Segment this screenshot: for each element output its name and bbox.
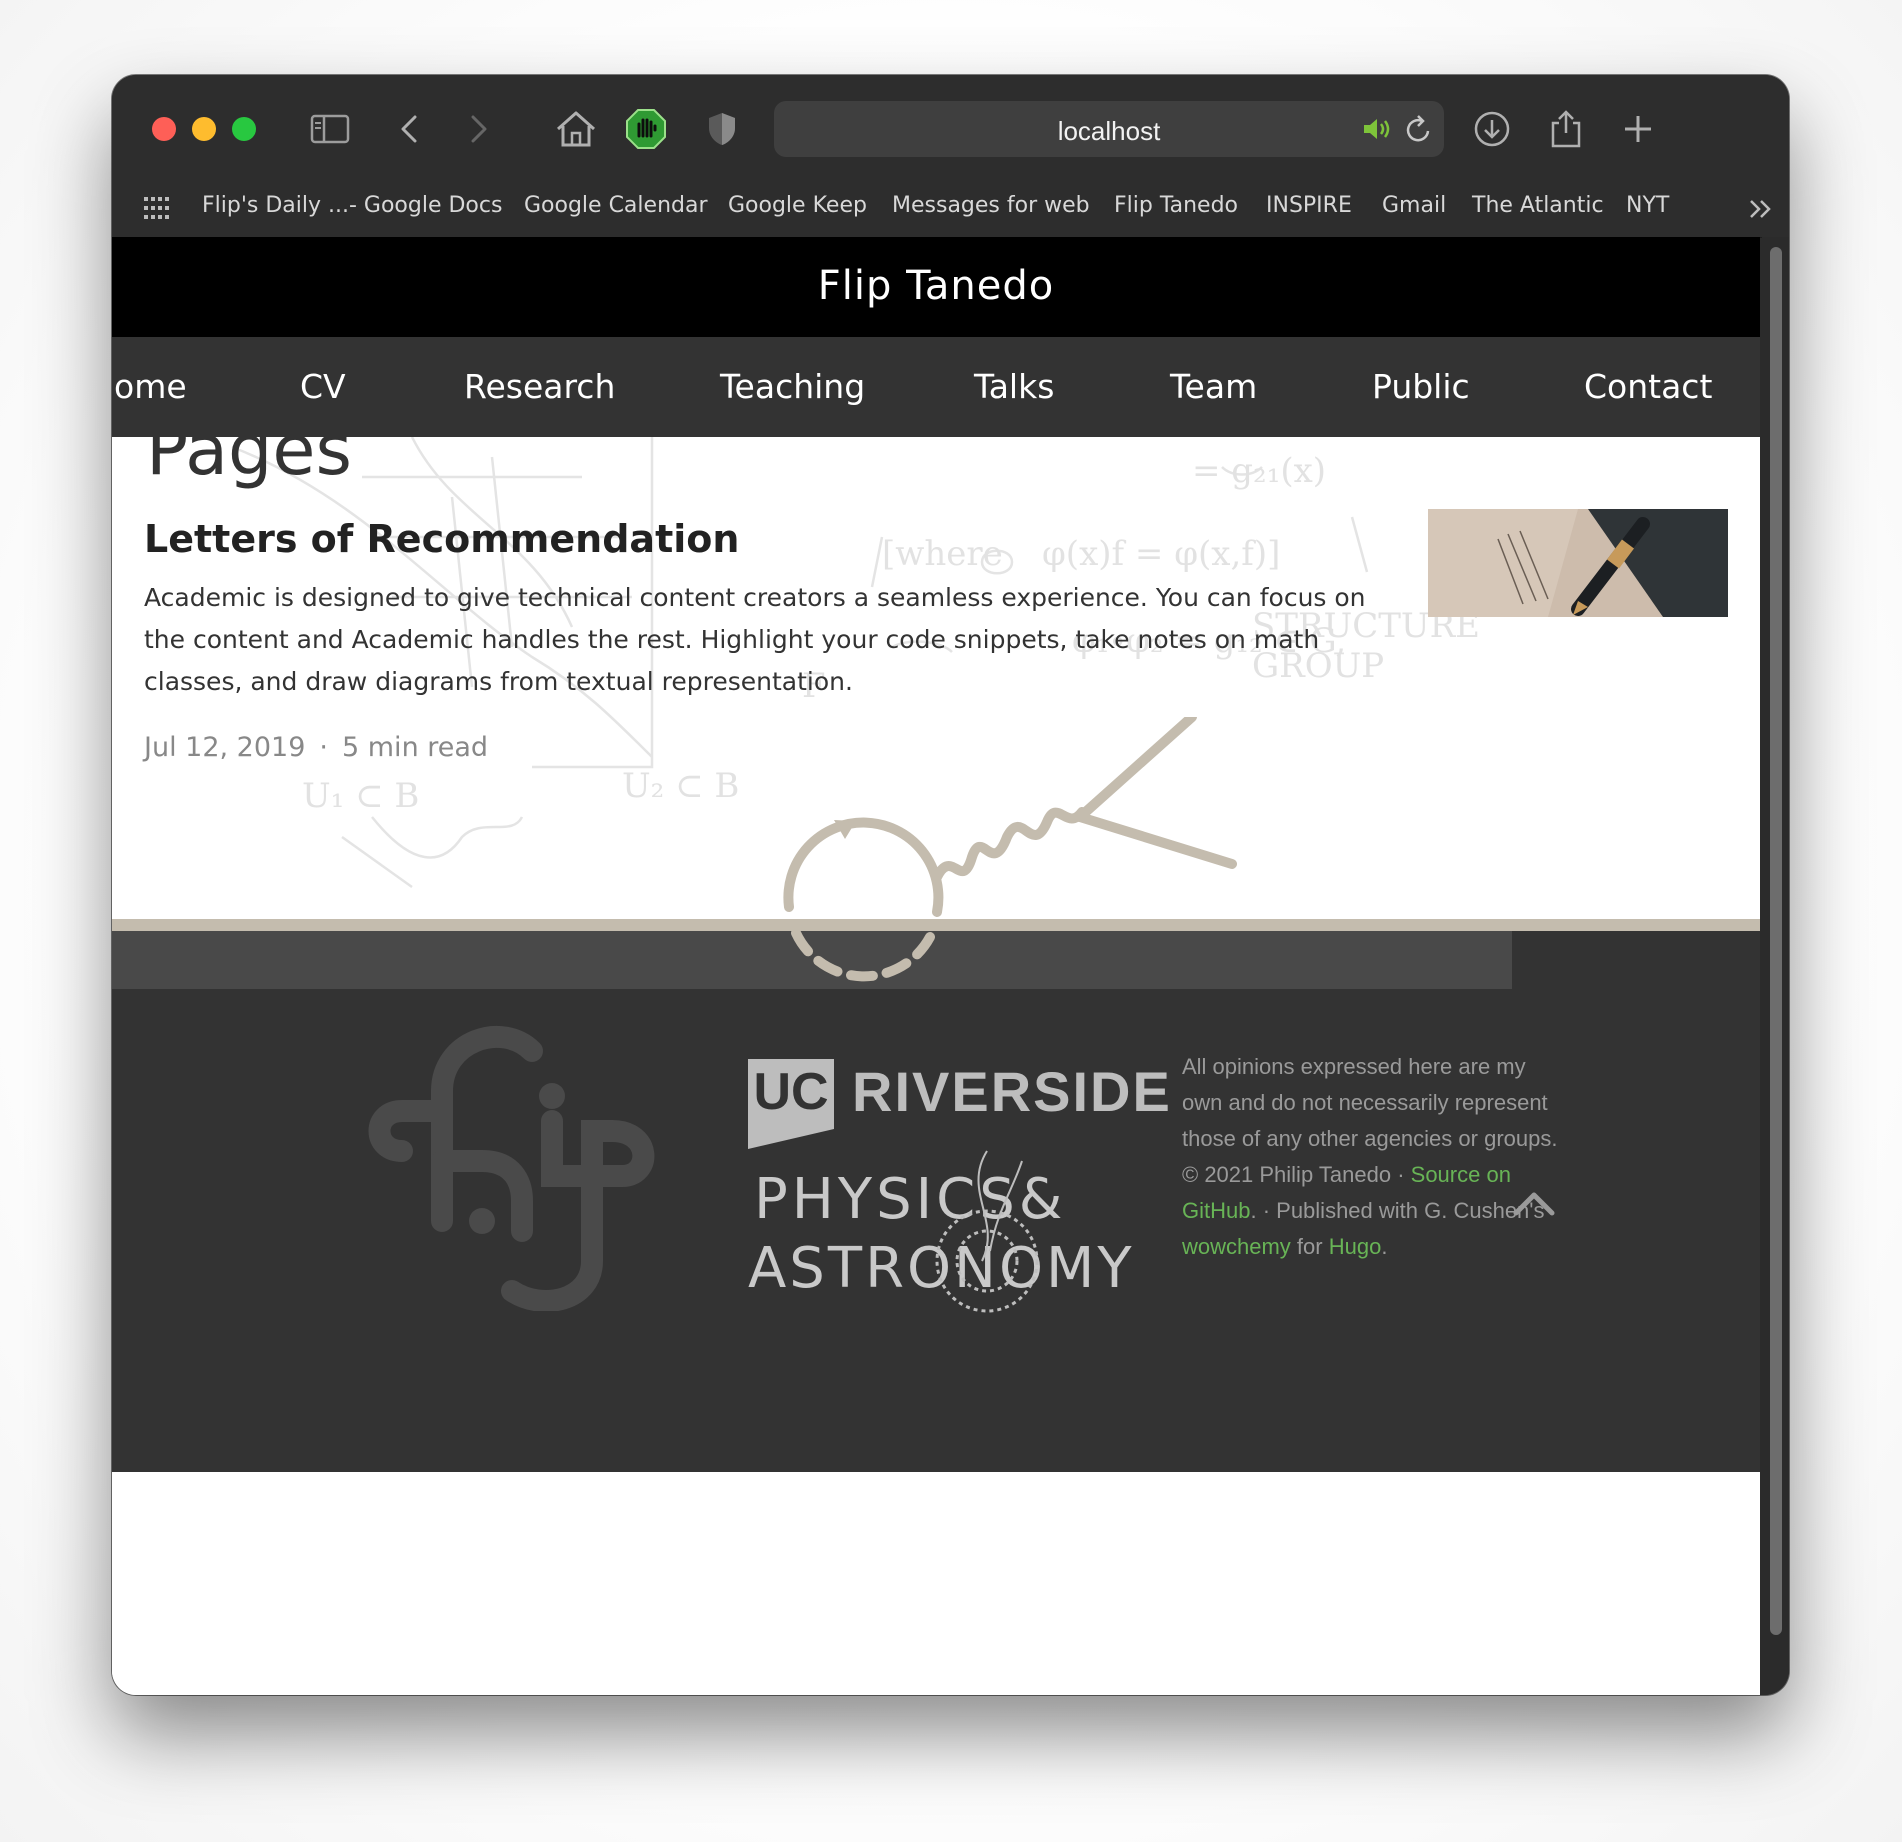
back-to-top-icon[interactable] — [1512, 1189, 1556, 1219]
post-read-time: 5 min read — [342, 732, 489, 763]
nav-contact[interactable]: Contact — [1584, 367, 1712, 406]
post-meta: Jul 12, 2019 · 5 min read — [144, 732, 488, 763]
dept-logo-swirl-icon — [935, 1150, 1039, 1313]
feynman-diagram-graphic — [783, 717, 1237, 982]
site-nav: ome CV Research Teaching Talks Team Publ… — [112, 337, 1760, 437]
downloads-icon[interactable] — [1472, 109, 1512, 149]
footer-copyright: © 2021 Philip Tanedo · — [1182, 1162, 1411, 1187]
svg-text:U₂ ⊂ B: U₂ ⊂ B — [622, 766, 739, 806]
bookmark-inspire[interactable]: INSPIRE — [1266, 193, 1352, 218]
post-thumbnail[interactable] — [1428, 509, 1728, 617]
home-icon[interactable] — [554, 109, 598, 149]
site-title[interactable]: Flip Tanedo — [112, 263, 1760, 309]
share-icon[interactable] — [1546, 109, 1586, 149]
hugo-link[interactable]: Hugo — [1329, 1234, 1382, 1259]
bookmark-google-keep[interactable]: Google Keep — [728, 193, 867, 218]
page-viewport: Flip Tanedo ome CV Research Teaching Tal… — [112, 237, 1760, 1695]
minimize-window-button[interactable] — [192, 117, 216, 141]
wowchemy-link[interactable]: wowchemy — [1182, 1234, 1291, 1259]
url-text: localhost — [1057, 116, 1161, 146]
forward-icon[interactable] — [464, 109, 494, 149]
speaker-icon[interactable] — [1362, 115, 1394, 148]
sidebar-toggle-icon[interactable] — [308, 109, 352, 149]
svg-text:= g₂₁(x): = g₂₁(x) — [1192, 451, 1326, 491]
footer-period: . — [1381, 1234, 1388, 1259]
bookmark-messages[interactable]: Messages for web — [892, 193, 1090, 218]
site-header: Flip Tanedo — [112, 237, 1760, 337]
footer-disclaimer-text: All opinions expressed here are my own a… — [1182, 1054, 1558, 1151]
meta-separator: · — [319, 732, 328, 763]
close-window-button[interactable] — [152, 117, 176, 141]
footer-published: . · Published with G. Cushen's — [1250, 1198, 1545, 1223]
bookmark-gmail[interactable]: Gmail — [1382, 193, 1446, 218]
ucr-logo-box[interactable]: UC — [748, 1059, 834, 1125]
nav-research[interactable]: Research — [464, 367, 615, 406]
back-icon[interactable] — [394, 109, 424, 149]
bookmark-the-atlantic[interactable]: The Atlantic — [1472, 193, 1604, 218]
ucr-logo-text[interactable]: RIVERSIDE — [852, 1059, 1172, 1124]
apps-grid-icon[interactable] — [144, 197, 170, 224]
bookmarks-bar: Flip's Daily ...- Google Docs Google Cal… — [112, 177, 1789, 238]
post-summary: Academic is designed to give technical c… — [144, 583, 1366, 696]
browser-window: localhost Flip's Daily ...- Google Docs … — [112, 75, 1789, 1695]
footer-for: for — [1290, 1234, 1329, 1259]
privacy-shield-icon[interactable] — [704, 109, 740, 149]
bookmark-google-calendar[interactable]: Google Calendar — [524, 193, 708, 218]
bookmark-flip-tanedo[interactable]: Flip Tanedo — [1114, 193, 1238, 218]
post-date: Jul 12, 2019 — [144, 732, 306, 763]
bookmark-nyt[interactable]: NYT — [1626, 193, 1669, 218]
svg-text:φ(x)f = φ(x,f)]: φ(x)f = φ(x,f)] — [1042, 534, 1280, 574]
nav-teaching[interactable]: Teaching — [720, 367, 865, 406]
post-title[interactable]: Letters of Recommendation — [144, 517, 739, 561]
scrollbar-thumb[interactable] — [1770, 247, 1782, 1635]
browser-toolbar: localhost — [112, 75, 1789, 177]
footer-disclaimer: All opinions expressed here are my own a… — [1182, 1049, 1562, 1265]
page-bottom-area — [112, 1472, 1760, 1695]
svg-text:[where: [where — [882, 534, 1003, 574]
nav-home[interactable]: ome — [114, 367, 187, 406]
adblock-extension-icon[interactable] — [624, 109, 668, 149]
nav-talks[interactable]: Talks — [974, 367, 1054, 406]
new-tab-icon[interactable] — [1618, 109, 1658, 149]
nav-cv[interactable]: CV — [300, 367, 346, 406]
address-bar[interactable]: localhost — [774, 101, 1444, 157]
bookmarks-overflow-icon[interactable] — [1748, 197, 1774, 226]
nav-team[interactable]: Team — [1170, 367, 1257, 406]
ucr-logo-swoosh — [748, 1125, 834, 1149]
reload-icon[interactable] — [1404, 113, 1434, 150]
bookmark-google-docs[interactable]: Flip's Daily ...- Google Docs — [202, 193, 502, 218]
page-heading: Pages — [146, 437, 352, 491]
zoom-window-button[interactable] — [232, 117, 256, 141]
svg-text:U₁ ⊂ B: U₁ ⊂ B — [302, 776, 419, 816]
flip-logo-icon — [368, 1025, 655, 1311]
nav-public[interactable]: Public — [1372, 367, 1470, 406]
